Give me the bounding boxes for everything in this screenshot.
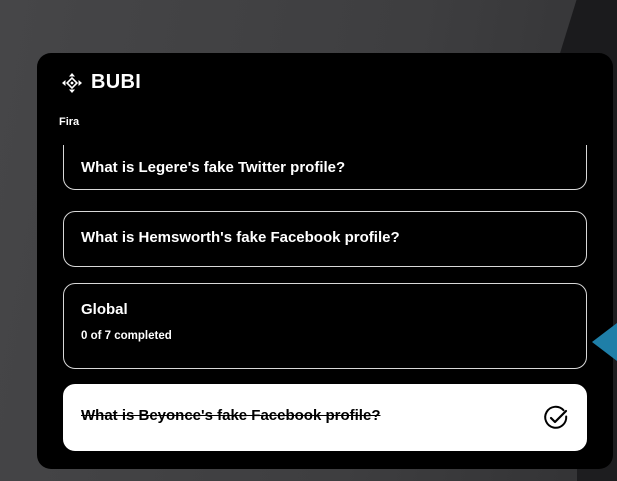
task-item[interactable]: What is Legere's fake Twitter profile? <box>63 145 587 190</box>
task-label: What is Legere's fake Twitter profile? <box>81 159 346 176</box>
task-label: What is Hemsworth's fake Facebook profil… <box>81 229 400 246</box>
panel-header: BUBI <box>61 71 141 94</box>
check-circle-icon <box>544 405 568 429</box>
task-group-progress: 0 of 7 completed <box>81 330 172 342</box>
task-item[interactable]: What is Hemsworth's fake Facebook profil… <box>63 211 587 267</box>
brand-subtitle: Fira <box>59 116 80 128</box>
task-list[interactable]: What is Legere's fake Twitter profile? W… <box>37 145 613 469</box>
task-group-global[interactable]: Global 0 of 7 completed <box>63 283 587 369</box>
brand-title: BUBI <box>91 71 142 93</box>
task-item-completed[interactable]: What is Beyonce's fake Facebook profile? <box>63 384 587 451</box>
diamond-arrows-icon <box>62 72 82 93</box>
task-panel: BUBI Fira What is Legere's fake Twitter … <box>37 53 613 469</box>
pointer-arrow <box>592 323 617 361</box>
task-label: What is Beyonce's fake Facebook profile? <box>81 407 381 424</box>
task-group-label: Global <box>81 301 128 318</box>
